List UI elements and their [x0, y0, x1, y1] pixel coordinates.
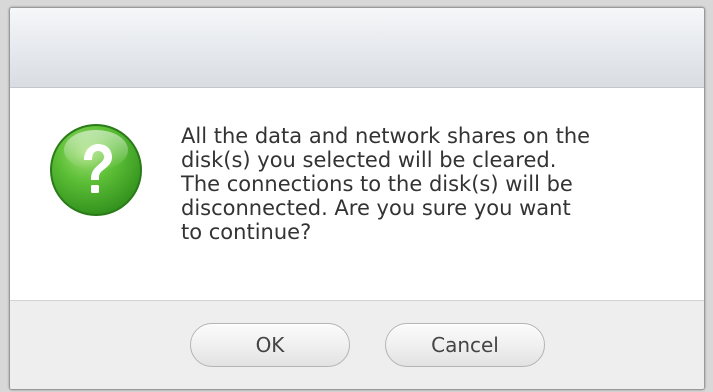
- dialog-footer: OK Cancel: [10, 300, 704, 389]
- dialog-titlebar: [10, 8, 704, 88]
- confirm-message: All the data and network shares on the d…: [181, 124, 591, 244]
- ok-button[interactable]: OK: [190, 323, 350, 367]
- dialog-body: All the data and network shares on the d…: [10, 88, 704, 300]
- confirm-dialog: All the data and network shares on the d…: [9, 7, 705, 390]
- cancel-button[interactable]: Cancel: [385, 323, 545, 367]
- question-icon: [50, 124, 142, 216]
